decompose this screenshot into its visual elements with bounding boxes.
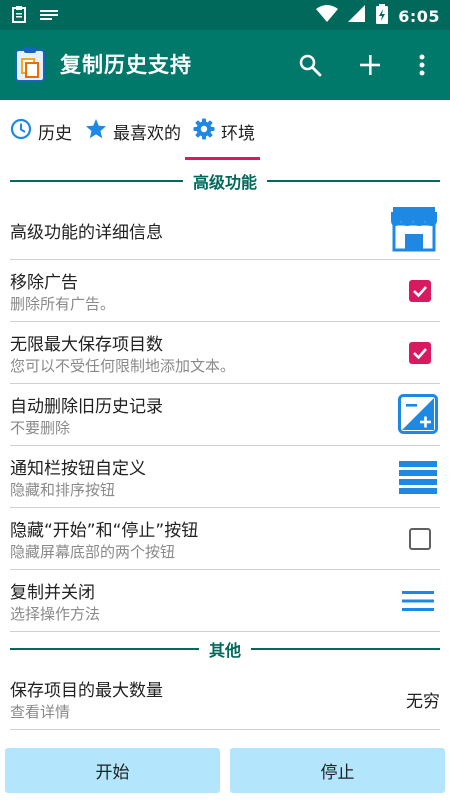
app-logo-icon — [15, 46, 45, 82]
divider — [251, 648, 441, 650]
setting-title: 通知栏按钮自定义 — [10, 459, 146, 479]
section-header-other: 其他 — [10, 639, 441, 660]
bottom-button-bar: 开始 停止 — [0, 738, 450, 800]
star-icon — [85, 118, 107, 145]
tab-history[interactable]: 历史 — [10, 118, 72, 144]
setting-subtitle: 您可以不受任何限制地添加文本。 — [10, 357, 236, 375]
setting-max-items[interactable]: 保存项目的最大数量 查看详情 无穷 — [10, 668, 440, 730]
setting-subtitle: 不要删除 — [10, 419, 71, 437]
checkbox-checked — [409, 342, 431, 364]
setting-subtitle: 选择操作方法 — [10, 605, 101, 623]
checkbox-unchecked — [409, 528, 431, 550]
clipboard-notification-icon — [12, 5, 26, 27]
tab-favorites[interactable]: 最喜欢的 — [85, 118, 181, 144]
setting-subtitle: 隐藏和排序按钮 — [10, 481, 116, 499]
signal-icon — [348, 5, 366, 27]
section-title-other: 其他 — [209, 641, 242, 660]
max-items-value: 无穷 — [406, 691, 440, 712]
setting-subtitle: 查看详情 — [10, 703, 71, 721]
add-icon[interactable] — [356, 51, 384, 79]
search-icon[interactable] — [296, 51, 324, 79]
divider — [267, 180, 441, 182]
plus-minus-icon — [396, 394, 440, 434]
divider — [10, 180, 183, 182]
app-bar: 复制历史支持 — [0, 30, 450, 100]
start-button[interactable]: 开始 — [5, 748, 220, 793]
setting-title: 移除广告 — [10, 273, 78, 293]
setting-notification-buttons[interactable]: 通知栏按钮自定义 隐藏和排序按钮 — [10, 446, 440, 508]
tab-indicator — [185, 157, 260, 160]
clock-icon — [10, 118, 32, 145]
tab-settings-label: 环境 — [221, 123, 255, 144]
setting-title: 自动删除旧历史记录 — [10, 397, 163, 417]
setting-unlimited-items[interactable]: 无限最大保存项目数 您可以不受任何限制地添加文本。 — [10, 322, 440, 384]
divider — [10, 648, 199, 650]
tab-favorites-label: 最喜欢的 — [113, 123, 181, 144]
remove-ads-checkbox[interactable] — [400, 279, 440, 303]
rows-icon — [396, 458, 440, 496]
section-header-advanced: 高级功能 — [10, 171, 441, 192]
tab-bar: 历史 最喜欢的 环境 — [0, 100, 450, 160]
app-title: 复制历史支持 — [60, 53, 192, 77]
setting-title: 无限最大保存项目数 — [10, 335, 163, 355]
battery-icon — [376, 4, 389, 28]
setting-subtitle: 删除所有广告。 — [10, 295, 116, 313]
setting-auto-delete[interactable]: 自动删除旧历史记录 不要删除 — [10, 384, 440, 446]
stop-button[interactable]: 停止 — [230, 748, 445, 793]
tab-settings[interactable]: 环境 — [193, 118, 255, 144]
setting-hide-start-stop[interactable]: 隐藏“开始”和“停止”按钮 隐藏屏幕底部的两个按钮 — [10, 508, 440, 570]
setting-title: 复制并关闭 — [10, 583, 95, 603]
checkbox-checked — [409, 280, 431, 302]
setting-remove-ads[interactable]: 移除广告 删除所有广告。 — [10, 260, 440, 322]
status-bar: 6:05 — [0, 0, 450, 30]
tab-history-label: 历史 — [38, 123, 72, 144]
section-title-advanced: 高级功能 — [193, 173, 258, 192]
text-notification-icon — [40, 7, 58, 26]
wifi-icon — [316, 5, 339, 27]
status-time: 6:05 — [398, 6, 440, 26]
setting-subtitle: 隐藏屏幕底部的两个按钮 — [10, 543, 176, 561]
more-options-icon[interactable] — [408, 51, 436, 79]
setting-title: 保存项目的最大数量 — [10, 681, 163, 701]
setting-advanced-info[interactable]: 高级功能的详细信息 — [10, 198, 440, 260]
setting-title: 隐藏“开始”和“停止”按钮 — [10, 521, 199, 541]
setting-title: 高级功能的详细信息 — [10, 223, 163, 243]
unlimited-items-checkbox[interactable] — [400, 341, 440, 365]
menu-icon — [396, 587, 440, 615]
hide-start-stop-checkbox[interactable] — [400, 527, 440, 551]
setting-copy-close[interactable]: 复制并关闭 选择操作方法 — [10, 570, 440, 632]
gear-icon — [193, 118, 215, 145]
store-icon — [388, 204, 440, 254]
